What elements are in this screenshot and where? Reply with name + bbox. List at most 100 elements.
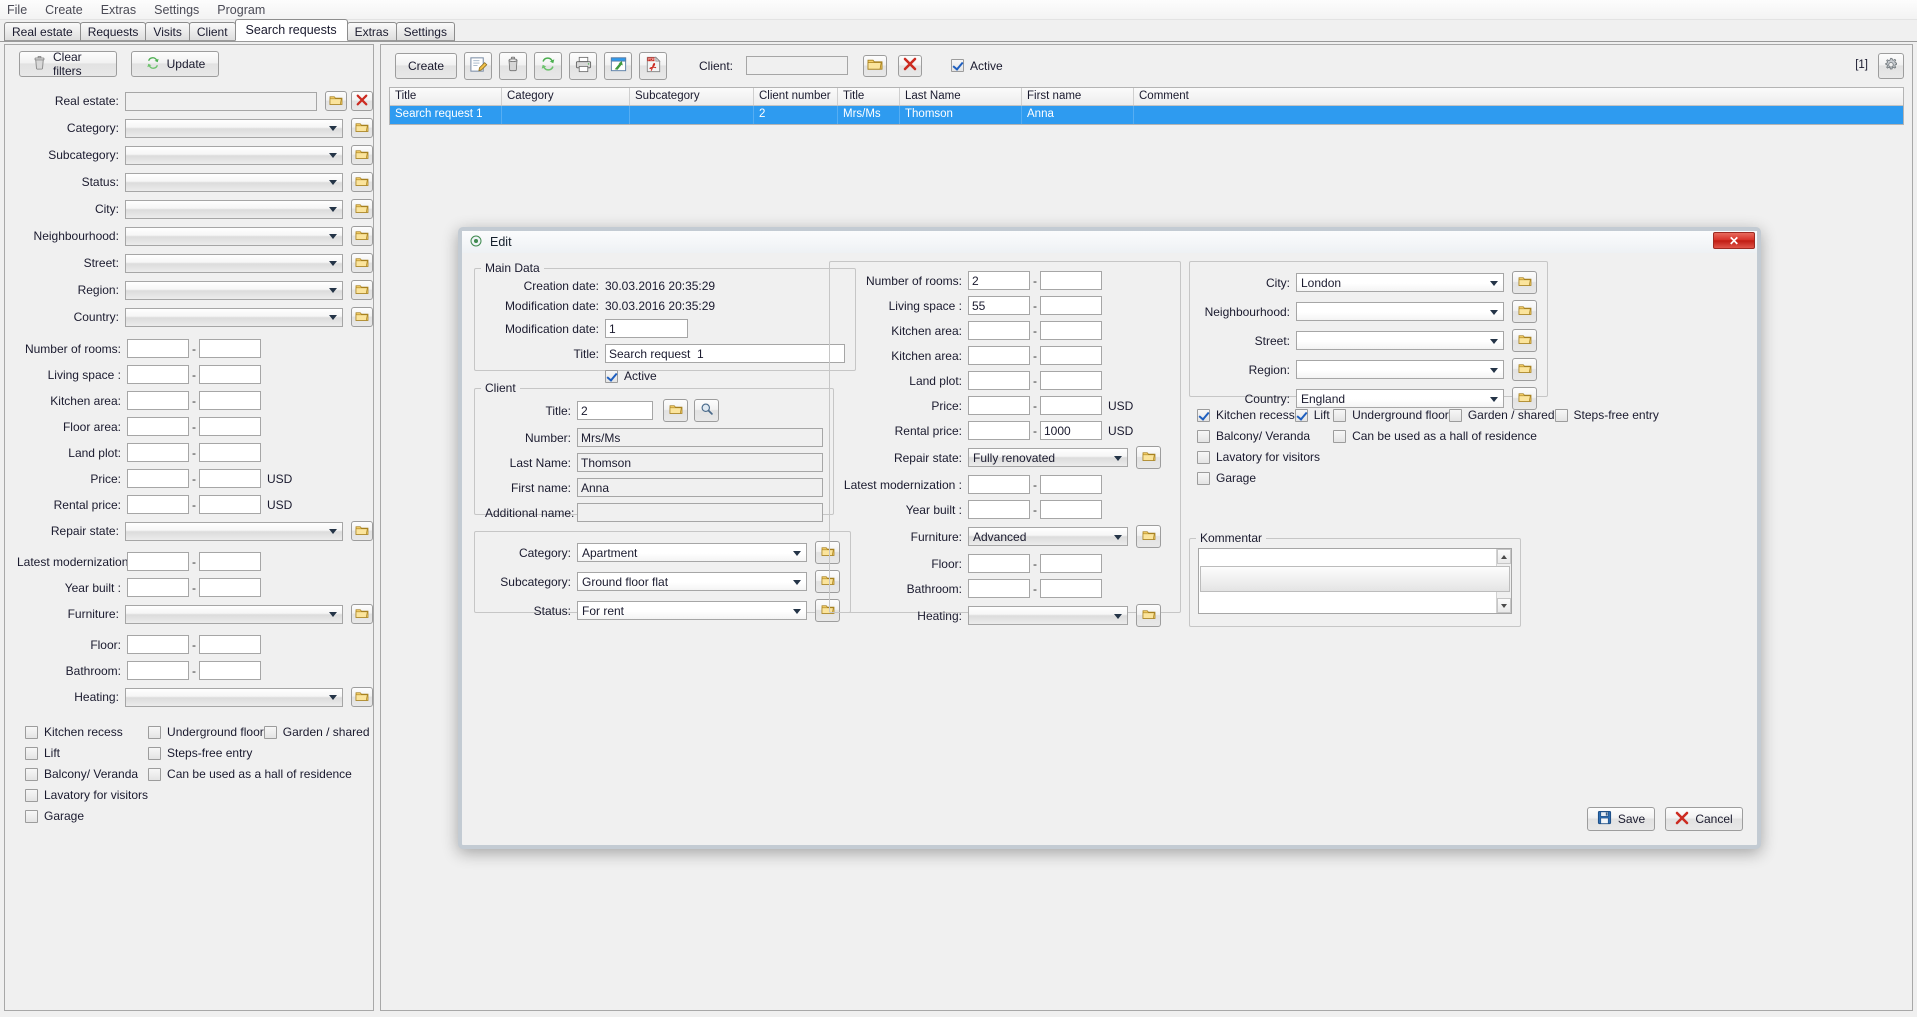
filter-checkbox-steps-free-entry[interactable]: Steps-free entry: [148, 746, 252, 760]
location-combo-street[interactable]: [1296, 331, 1504, 350]
range-from-latest-modernization[interactable]: [127, 552, 189, 571]
settings-button[interactable]: [1878, 53, 1904, 79]
detail-combo-furniture[interactable]: Advanced: [968, 527, 1128, 546]
folder-button[interactable]: [351, 253, 373, 273]
filter-checkbox-garage[interactable]: Garage: [25, 809, 84, 823]
grid-column-header[interactable]: First name: [1022, 88, 1134, 105]
print-button[interactable]: [569, 52, 597, 80]
tab-requests[interactable]: Requests: [80, 22, 147, 41]
detail-combo-heating[interactable]: [968, 606, 1128, 625]
grid-column-header[interactable]: Subcategory: [630, 88, 754, 105]
detail-from-floor[interactable]: [968, 554, 1030, 573]
filter-combo-neighbourhood[interactable]: [125, 227, 343, 246]
range-to-bathroom[interactable]: [199, 661, 261, 680]
grid-column-header[interactable]: Client number: [754, 88, 838, 105]
classification-combo-subcategory[interactable]: Ground floor flat: [577, 572, 807, 591]
folder-button[interactable]: [351, 199, 373, 219]
tab-settings[interactable]: Settings: [396, 22, 455, 41]
client-filter-input[interactable]: [746, 56, 848, 75]
feature-checkbox-kitchen-recess[interactable]: Kitchen recess: [1197, 408, 1295, 422]
folder-button[interactable]: [1512, 329, 1537, 352]
tab-real-estate[interactable]: Real estate: [4, 22, 81, 41]
folder-button[interactable]: [325, 91, 347, 111]
grid-column-header[interactable]: Last Name: [900, 88, 1022, 105]
range-to-floor-area[interactable]: [199, 417, 261, 436]
detail-to-bathroom[interactable]: [1040, 579, 1102, 598]
range-from-price[interactable]: [127, 469, 189, 488]
filter-combo-status[interactable]: [125, 173, 343, 192]
detail-to-kitchen-area[interactable]: [1040, 321, 1102, 340]
folder-button[interactable]: [351, 226, 373, 246]
pdf-export-button[interactable]: PDF: [639, 52, 667, 80]
detail-to-latest-modernization[interactable]: [1040, 475, 1102, 494]
clear-filters-button[interactable]: Clear filters: [19, 51, 117, 77]
filter-checkbox-lavatory-for-visitors[interactable]: Lavatory for visitors: [25, 788, 148, 802]
detail-to-price[interactable]: [1040, 396, 1102, 415]
scroll-down-icon[interactable]: [1497, 598, 1511, 613]
create-button[interactable]: Create: [395, 53, 457, 79]
save-button[interactable]: Save: [1587, 807, 1655, 831]
filter-combo-category[interactable]: [125, 119, 343, 138]
range-from-number-of-rooms[interactable]: [127, 339, 189, 358]
detail-from-rental-price[interactable]: [968, 421, 1030, 440]
detail-to-year-built[interactable]: [1040, 500, 1102, 519]
feature-checkbox-garden-shared[interactable]: Garden / shared: [1449, 408, 1555, 422]
folder-button[interactable]: [1512, 300, 1537, 323]
location-combo-city[interactable]: London: [1296, 273, 1504, 292]
detail-to-kitchen-area[interactable]: [1040, 346, 1102, 365]
range-to-floor[interactable]: [199, 635, 261, 654]
client-input-first-name[interactable]: [577, 478, 823, 497]
location-combo-region[interactable]: [1296, 360, 1504, 379]
folder-button[interactable]: [1136, 604, 1161, 627]
menu-item-create[interactable]: Create: [44, 3, 84, 17]
filter-combo-street[interactable]: [125, 254, 343, 273]
detail-from-number-of-rooms[interactable]: [968, 271, 1030, 290]
folder-button[interactable]: [1512, 271, 1537, 294]
scroll-up-icon[interactable]: [1497, 549, 1511, 564]
menu-item-extras[interactable]: Extras: [100, 3, 137, 17]
folder-button[interactable]: [1136, 446, 1161, 469]
filter-checkbox-balcony-veranda[interactable]: Balcony/ Veranda: [25, 767, 138, 781]
toolbar-active-checkbox[interactable]: Active: [951, 59, 1003, 73]
filter-combo-furniture[interactable]: [125, 605, 343, 624]
detail-to-floor[interactable]: [1040, 554, 1102, 573]
filter-clear-button[interactable]: [351, 91, 373, 111]
modification-date-2-input[interactable]: [605, 319, 688, 338]
tab-visits[interactable]: Visits: [145, 22, 189, 41]
tab-extras[interactable]: Extras: [347, 22, 397, 41]
client-input-title[interactable]: [577, 401, 653, 420]
filter-combo-heating[interactable]: [125, 688, 343, 707]
client-search-button[interactable]: [694, 399, 719, 422]
range-to-living-space[interactable]: [199, 365, 261, 384]
feature-checkbox-can-be-used-as-a-hall-of-residence[interactable]: Can be used as a hall of residence: [1333, 429, 1537, 443]
detail-from-kitchen-area[interactable]: [968, 346, 1030, 365]
menu-item-settings[interactable]: Settings: [153, 3, 200, 17]
feature-checkbox-garage[interactable]: Garage: [1197, 471, 1256, 485]
feature-checkbox-underground-floor[interactable]: Underground floor: [1333, 408, 1449, 422]
range-from-year-built[interactable]: [127, 578, 189, 597]
detail-to-living-space[interactable]: [1040, 296, 1102, 315]
feature-checkbox-lavatory-for-visitors[interactable]: Lavatory for visitors: [1197, 450, 1320, 464]
filter-input-real-estate[interactable]: [125, 92, 317, 111]
range-to-number-of-rooms[interactable]: [199, 339, 261, 358]
classification-combo-category[interactable]: Apartment: [577, 543, 807, 562]
filter-checkbox-lift[interactable]: Lift: [25, 746, 60, 760]
classification-combo-status[interactable]: For rent: [577, 601, 807, 620]
range-from-living-space[interactable]: [127, 365, 189, 384]
location-combo-country[interactable]: England: [1296, 389, 1504, 408]
update-button[interactable]: Update: [131, 51, 219, 77]
cancel-button[interactable]: Cancel: [1665, 807, 1743, 831]
folder-button[interactable]: [1512, 358, 1537, 381]
kommentar-textarea[interactable]: [1198, 548, 1512, 614]
detail-from-living-space[interactable]: [968, 296, 1030, 315]
client-input-additional-name[interactable]: [577, 503, 823, 522]
folder-button[interactable]: [663, 399, 688, 422]
tab-client[interactable]: Client: [189, 22, 236, 41]
filter-combo-repair-state[interactable]: [125, 522, 343, 541]
filter-checkbox-garden-shared[interactable]: Garden / shared: [264, 725, 370, 739]
folder-button[interactable]: [1512, 387, 1537, 410]
delete-button[interactable]: [499, 52, 527, 80]
client-input-last-name[interactable]: [577, 453, 823, 472]
detail-combo-repair-state[interactable]: Fully renovated: [968, 448, 1128, 467]
folder-button[interactable]: [351, 687, 373, 707]
